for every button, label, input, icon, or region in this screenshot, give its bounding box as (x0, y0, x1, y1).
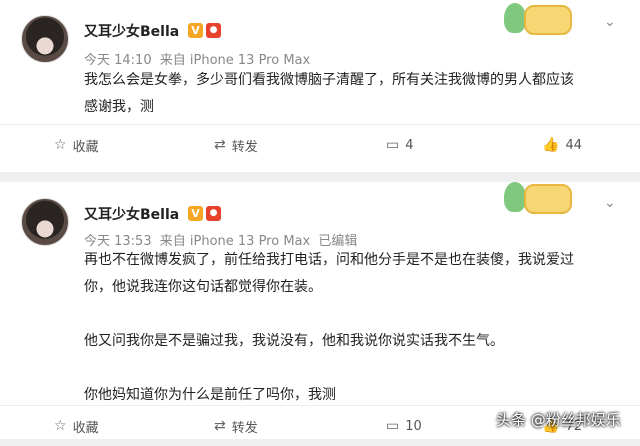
repost-label: 转发 (231, 139, 258, 155)
repost-button[interactable]: ⇄ 转发 (214, 125, 258, 165)
comment-icon: ▭ (386, 418, 400, 434)
avatar[interactable] (21, 198, 69, 246)
repost-icon: ⇄ (214, 137, 226, 153)
chevron-down-icon[interactable]: ⌄ (604, 15, 618, 29)
favorite-label: 收藏 (72, 420, 99, 436)
favorite-button[interactable]: ☆ 收藏 (54, 125, 99, 165)
post-text-line: 你，他说我连你这句话都觉得你在装。 (84, 279, 322, 295)
member-badge-icon: ● (206, 206, 221, 221)
member-badge-icon: ● (206, 23, 221, 38)
post-content: 我怎么会是女拳，多少哥们看我微博脑子清醒了，所有关注我微博的男人都应该 感谢我，… (84, 67, 624, 121)
post-text-line: 他又问我你是不是骗过我，我说没有，他和我说你说实话我不生气。 (84, 333, 504, 349)
cake-sticker-icon (524, 5, 572, 35)
post-card-2: 又耳少女Bella V ● 今天 13:53 来自 iPhone 13 Pro … (0, 182, 640, 439)
cake-sticker-icon (524, 184, 572, 214)
verified-badge: V (188, 206, 203, 221)
favorite-label: 收藏 (72, 139, 99, 155)
comment-button[interactable]: ▭ 4 (386, 125, 414, 165)
like-count: 44 (565, 137, 582, 153)
avatar[interactable] (21, 15, 69, 63)
username[interactable]: 又耳少女Bella (84, 204, 179, 224)
star-icon: ☆ (54, 137, 67, 153)
repost-button[interactable]: ⇄ 转发 (214, 406, 258, 446)
username[interactable]: 又耳少女Bella (84, 21, 179, 41)
post-text-line: 感谢我，测 (84, 99, 154, 115)
favorite-button[interactable]: ☆ 收藏 (54, 406, 99, 446)
comment-icon: ▭ (386, 137, 400, 153)
plant-sticker-icon (504, 3, 526, 33)
post-content: 再也不在微博发疯了，前任给我打电话，问和他分手是不是也在装傻，我说爱过 你，他说… (84, 247, 624, 409)
verified-badge: V (188, 23, 203, 38)
post-source: 来自 iPhone 13 Pro Max (159, 53, 311, 68)
like-button[interactable]: 👍 44 (542, 125, 582, 165)
repost-icon: ⇄ (214, 418, 226, 434)
post-time[interactable]: 今天 14:10 (84, 53, 152, 68)
post-card-1: 又耳少女Bella V ● 今天 14:10 来自 iPhone 13 Pro … (0, 0, 640, 172)
post-text-line: 我怎么会是女拳，多少哥们看我微博脑子清醒了，所有关注我微博的男人都应该 (84, 72, 574, 88)
comment-count: 4 (405, 137, 414, 153)
action-bar: ☆ 收藏 ⇄ 转发 ▭ 4 👍 44 (0, 124, 640, 165)
star-icon: ☆ (54, 418, 67, 434)
chevron-down-icon[interactable]: ⌄ (604, 196, 618, 210)
decoration-sticker (504, 3, 574, 39)
post-text-line: 再也不在微博发疯了，前任给我打电话，问和他分手是不是也在装傻，我说爱过 (84, 252, 574, 268)
plant-sticker-icon (504, 182, 526, 212)
post-meta: 今天 14:10 来自 iPhone 13 Pro Max (84, 49, 314, 68)
comment-button[interactable]: ▭ 10 (386, 406, 422, 446)
watermark: 头条 @粉丝邦娱乐 (496, 411, 621, 429)
comment-count: 10 (405, 418, 422, 434)
repost-label: 转发 (231, 420, 258, 436)
thumbs-up-icon: 👍 (542, 137, 560, 153)
decoration-sticker (504, 182, 574, 218)
